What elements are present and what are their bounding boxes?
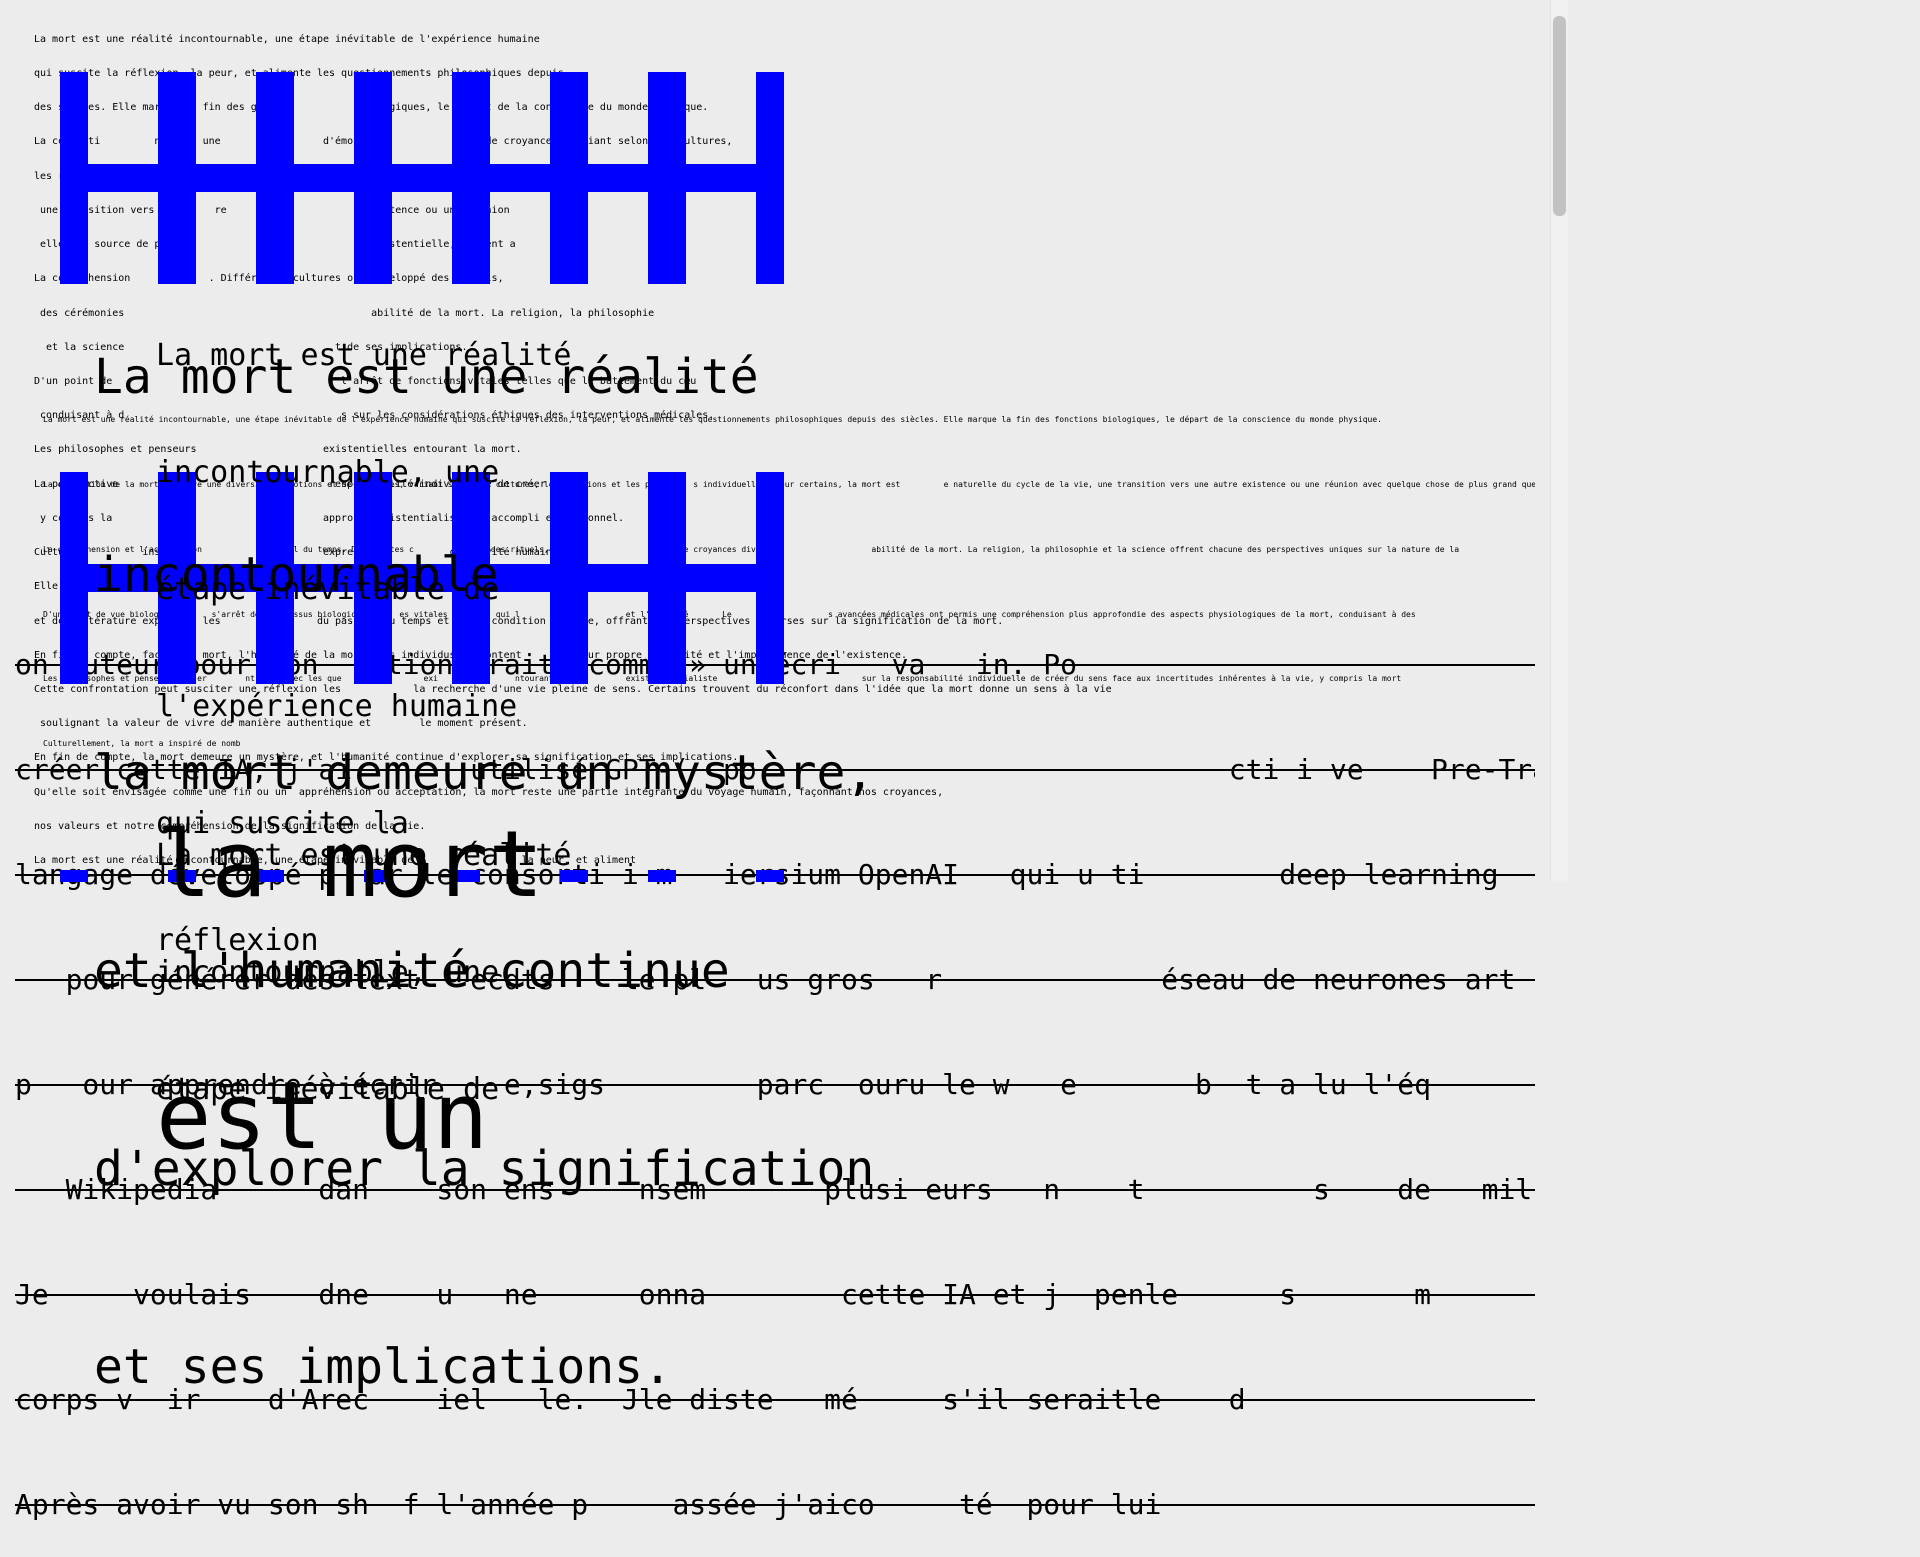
text-line: étape inévitable de xyxy=(156,1072,500,1107)
lower-paragraph: La mort est une réalité incontournable, … xyxy=(156,758,571,1148)
text-line: incontournable, une xyxy=(156,455,500,490)
text-line: incontournable, une xyxy=(156,955,500,990)
text-line: étape inévitable de xyxy=(156,572,500,607)
struck-line: Après avoir vu son sh f l'année p assée … xyxy=(15,1487,1535,1522)
text-line: La mort est une réalité xyxy=(156,838,572,873)
text-line: La mort est une réalité incontournable, … xyxy=(34,33,540,45)
text-line: La mort est une réalité xyxy=(156,338,572,373)
scrollbar-thumb[interactable] xyxy=(1553,16,1566,216)
text-line: et ses implications. xyxy=(94,1339,672,1395)
vertical-scrollbar[interactable] xyxy=(1550,0,1568,882)
